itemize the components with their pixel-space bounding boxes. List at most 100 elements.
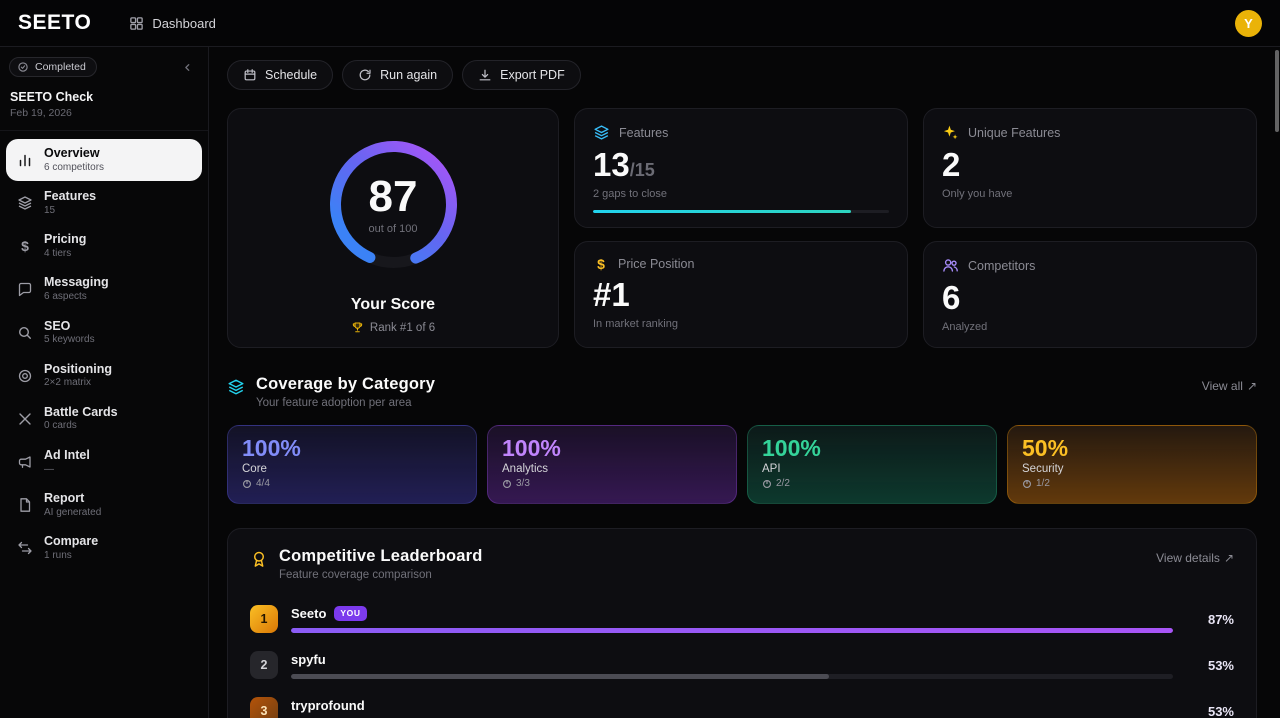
score-label: Your Score <box>351 296 435 314</box>
sidebar-item-ad-intel[interactable]: Ad Intel— <box>6 441 202 483</box>
sidebar-item-compare[interactable]: Compare1 runs <box>6 527 202 569</box>
sidebar-item-sub: 4 tiers <box>44 248 86 261</box>
view-all-link[interactable]: View all ↗ <box>1202 379 1257 393</box>
sidebar-item-features[interactable]: Features15 <box>6 182 202 224</box>
features-sub: 2 gaps to close <box>593 188 889 200</box>
layers-icon <box>227 378 245 396</box>
run-again-button[interactable]: Run again <box>342 60 453 90</box>
sidebar-collapse-button[interactable] <box>175 59 200 76</box>
document-icon <box>17 497 33 513</box>
score-ring: 87 out of 100 <box>327 138 460 271</box>
top-header: SEETO Dashboard Y <box>0 0 1280 47</box>
coverage-title: Coverage by Category <box>256 375 435 394</box>
features-denominator: /15 <box>630 160 655 180</box>
layers-icon <box>17 195 33 211</box>
view-details-link[interactable]: View details ↗ <box>1156 551 1234 565</box>
gauge-icon <box>1022 479 1032 489</box>
coverage-label: API <box>762 463 982 475</box>
app-logo[interactable]: SEETO <box>18 11 91 35</box>
layers-icon <box>593 124 610 141</box>
competitor-percent: 53% <box>1186 704 1234 718</box>
target-icon <box>17 368 33 384</box>
competitors-card: Competitors 6 Analyzed <box>923 241 1257 348</box>
coverage-percent: 100% <box>502 437 722 460</box>
coverage-count: 1/2 <box>1022 478 1242 489</box>
leaderboard-row: 1 Seeto YOU 87% <box>250 596 1234 642</box>
sidebar-item-messaging[interactable]: Messaging6 aspects <box>6 268 202 310</box>
sidebar-item-seo[interactable]: SEO5 keywords <box>6 312 202 354</box>
coverage-label: Core <box>242 463 462 475</box>
sidebar-item-label: Positioning <box>44 362 112 378</box>
sidebar-item-label: Overview <box>44 146 104 162</box>
sidebar-item-label: Messaging <box>44 275 109 291</box>
arrow-up-right-icon: ↗ <box>1224 551 1234 565</box>
sidebar-item-sub: 2×2 matrix <box>44 377 112 390</box>
sidebar-nav: Overview6 competitors Features15 $ Prici… <box>0 131 208 577</box>
score-ring-center: 87 out of 100 <box>327 138 460 271</box>
compare-arrows-icon <box>17 540 33 556</box>
main-content: Schedule Run again Export PDF <box>209 47 1280 718</box>
sidebar-item-sub: 0 cards <box>44 420 118 433</box>
price-position-card: $ Price Position #1 In market ranking <box>574 241 908 348</box>
leaderboard-title: Competitive Leaderboard <box>279 547 483 566</box>
megaphone-icon <box>17 454 33 470</box>
user-avatar[interactable]: Y <box>1235 10 1262 37</box>
run-date: Feb 19, 2026 <box>10 107 198 119</box>
check-circle-icon <box>17 61 29 73</box>
coverage-count: 2/2 <box>762 478 982 489</box>
coverage-count: 4/4 <box>242 478 462 489</box>
app-shell: Completed SEETO Check Feb 19, 2026 Overv… <box>0 47 1280 718</box>
action-toolbar: Schedule Run again Export PDF <box>227 60 1257 90</box>
swords-icon <box>17 411 33 427</box>
chat-bubble-icon <box>17 281 33 297</box>
coverage-label: Analytics <box>502 463 722 475</box>
score-rank-text: Rank #1 of 6 <box>370 322 435 334</box>
status-badge-label: Completed <box>35 61 86 73</box>
run-title: SEETO Check <box>10 90 198 104</box>
sidebar: Completed SEETO Check Feb 19, 2026 Overv… <box>0 47 209 718</box>
score-card: 87 out of 100 Your Score Rank #1 of 6 <box>227 108 559 348</box>
leaderboard-header: Competitive Leaderboard Feature coverage… <box>250 547 1234 581</box>
features-progress-fill <box>593 210 851 213</box>
sidebar-item-pricing[interactable]: $ Pricing4 tiers <box>6 225 202 267</box>
leaderboard-row-main: Seeto YOU <box>291 606 1173 633</box>
users-icon <box>942 257 959 274</box>
sidebar-item-label: Pricing <box>44 232 86 248</box>
unique-features-sub: Only you have <box>942 188 1238 200</box>
leaderboard-row-main: tryprofound <box>291 698 1173 718</box>
coverage-percent: 100% <box>762 437 982 460</box>
gauge-icon <box>242 479 252 489</box>
score-bar-fill <box>291 628 1173 633</box>
sidebar-item-positioning[interactable]: Positioning2×2 matrix <box>6 355 202 397</box>
features-card: Features 13/15 2 gaps to close <box>574 108 908 228</box>
export-pdf-button[interactable]: Export PDF <box>462 60 581 90</box>
sidebar-item-battle-cards[interactable]: Battle Cards0 cards <box>6 398 202 440</box>
run-again-button-label: Run again <box>380 68 437 82</box>
schedule-button[interactable]: Schedule <box>227 60 333 90</box>
coverage-percent: 50% <box>1022 437 1242 460</box>
coverage-card-analytics: 100% Analytics 3/3 <box>487 425 737 504</box>
nav-dashboard[interactable]: Dashboard <box>129 16 216 31</box>
sidebar-item-overview[interactable]: Overview6 competitors <box>6 139 202 181</box>
scrollbar-thumb[interactable] <box>1275 50 1279 132</box>
view-all-label: View all <box>1202 379 1243 393</box>
sidebar-item-sub: 6 competitors <box>44 162 104 175</box>
sidebar-item-report[interactable]: ReportAI generated <box>6 484 202 526</box>
competitor-percent: 53% <box>1186 658 1234 673</box>
features-value: 13/15 <box>593 148 889 183</box>
score-value: 87 <box>369 175 418 219</box>
price-position-label: Price Position <box>618 257 694 271</box>
coverage-card-api: 100% API 2/2 <box>747 425 997 504</box>
leaderboard-card: Competitive Leaderboard Feature coverage… <box>227 528 1257 718</box>
calendar-icon <box>243 68 257 82</box>
nav-dashboard-label: Dashboard <box>152 16 216 31</box>
competitors-sub: Analyzed <box>942 321 1238 333</box>
grid-icon <box>129 16 144 31</box>
leaderboard-row: 2 spyfu 53% <box>250 642 1234 688</box>
sidebar-item-label: Compare <box>44 534 98 550</box>
download-icon <box>478 68 492 82</box>
competitor-name: Seeto <box>291 606 326 621</box>
run-header: SEETO Check Feb 19, 2026 <box>0 77 208 131</box>
rank-badge: 1 <box>250 605 278 633</box>
you-badge: YOU <box>334 606 366 621</box>
